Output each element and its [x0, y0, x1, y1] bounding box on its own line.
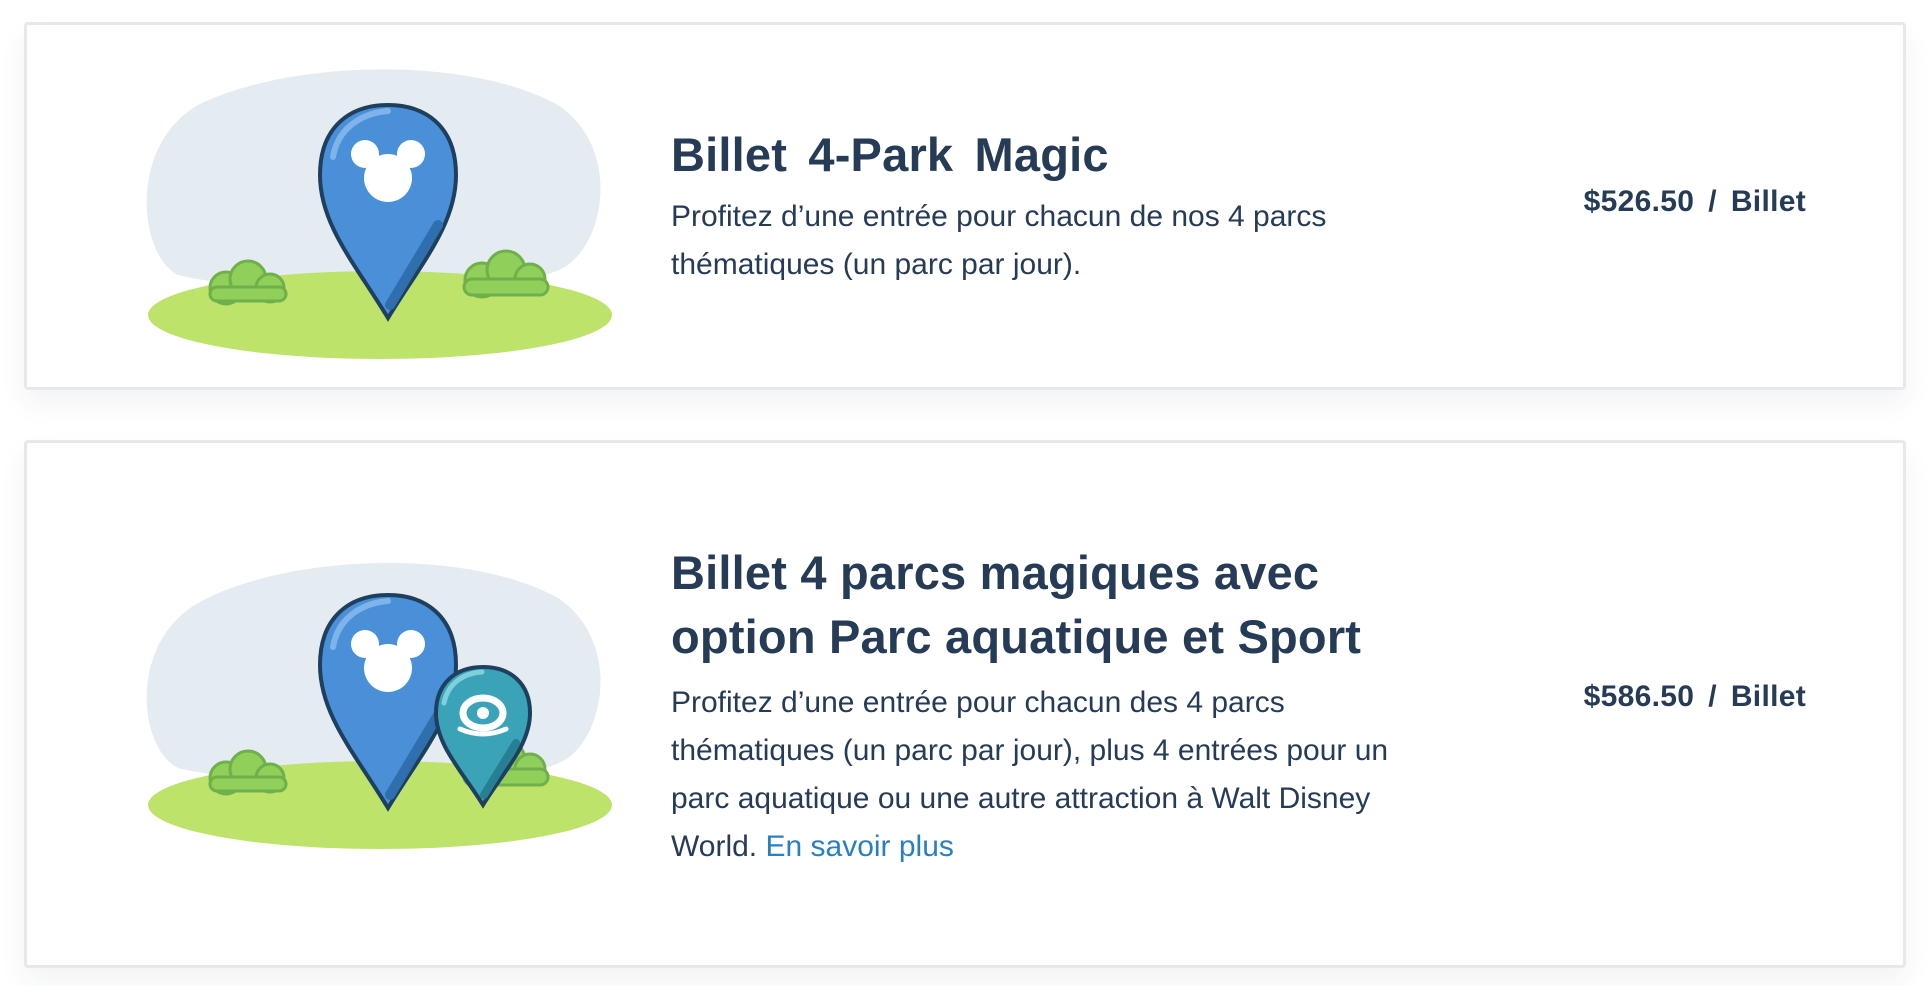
learn-more-link[interactable]: En savoir plus — [765, 830, 953, 863]
ticket-description: Profitez d’une entrée pour chacun des 4 … — [671, 679, 1431, 871]
park-illustration-icon — [146, 69, 612, 359]
ticket-content: Billet 4 parcs magiques avec option Parc… — [671, 541, 1431, 871]
ticket-illustration — [138, 543, 618, 863]
ticket-price: $526.50 / Billet — [1584, 185, 1806, 219]
ticket-card-4-park-water-sport[interactable]: Billet 4 parcs magiques avec option Parc… — [24, 440, 1906, 968]
price-separator: / — [1708, 680, 1717, 713]
ticket-title: Billet 4 parcs magiques avec option Parc… — [671, 546, 1362, 663]
ticket-description: Profitez d’une entrée pour chacun de nos… — [671, 200, 1327, 281]
price-separator: / — [1708, 185, 1717, 218]
ticket-illustration — [138, 65, 618, 365]
price-unit: Billet — [1730, 185, 1806, 218]
ticket-price: $586.50 / Billet — [1584, 680, 1806, 714]
ticket-title: Billet 4-Park Magic — [671, 128, 1109, 181]
price-amount: $526.50 — [1583, 185, 1695, 218]
ticket-card-4-park-magic[interactable]: Billet 4-Park Magic Profitez d’une entré… — [24, 22, 1906, 390]
price-unit: Billet — [1730, 680, 1806, 713]
ticket-content: Billet 4-Park Magic Profitez d’une entré… — [671, 123, 1461, 289]
ticket-list: Billet 4-Park Magic Profitez d’une entré… — [0, 0, 1928, 986]
price-amount: $586.50 — [1583, 680, 1695, 713]
park-illustration-icon — [146, 562, 612, 849]
